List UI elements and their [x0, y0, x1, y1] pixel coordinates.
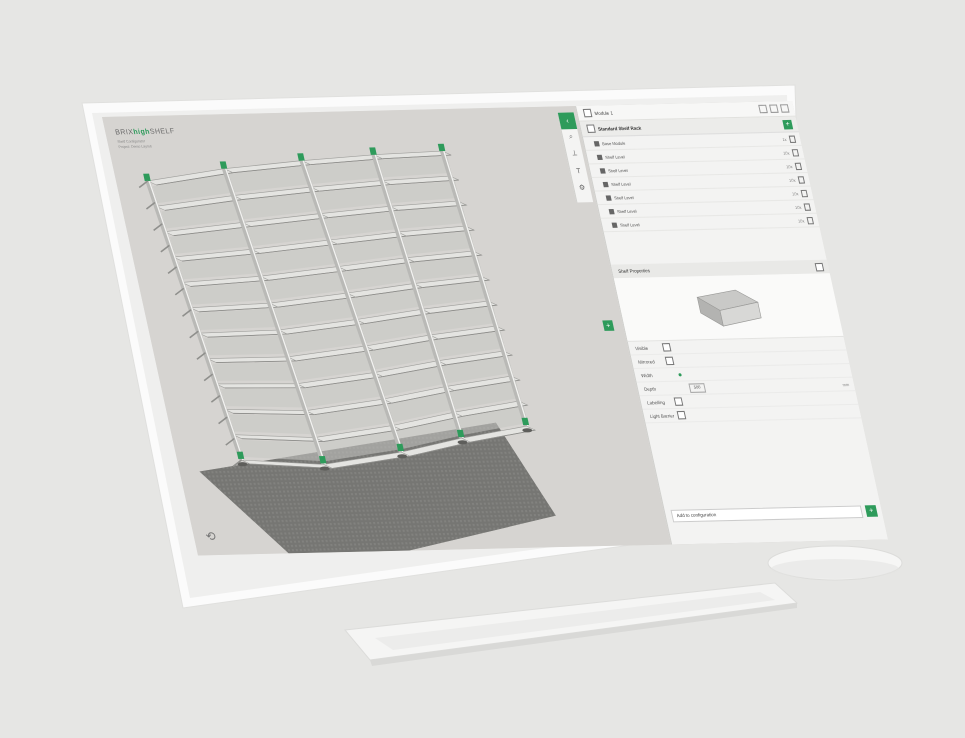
desk-scene: BRIXhighSHELF Shelf Configurator Project…: [0, 0, 965, 738]
mouse: [767, 545, 903, 581]
